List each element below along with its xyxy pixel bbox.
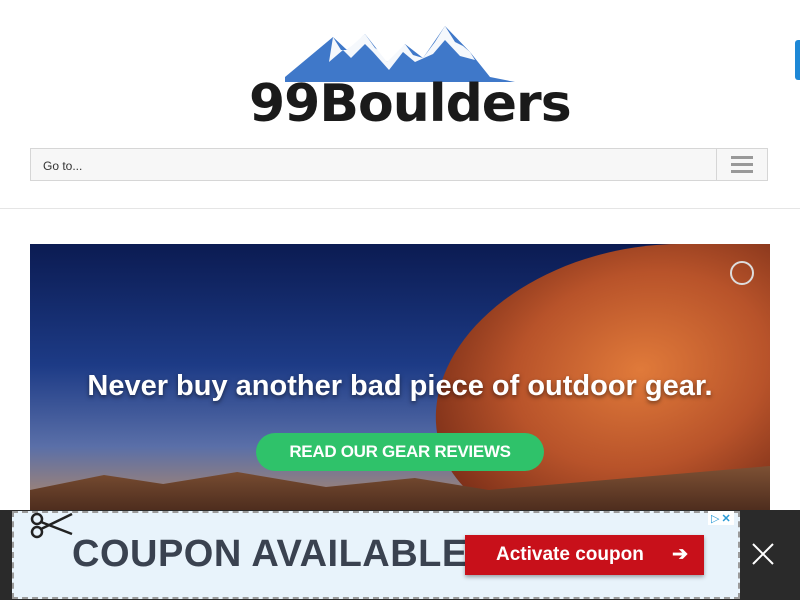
read-gear-reviews-button[interactable]: READ OUR GEAR REVIEWS bbox=[256, 433, 544, 471]
hamburger-menu-icon[interactable] bbox=[716, 149, 767, 180]
logo-text: 99Boulders bbox=[249, 74, 572, 134]
header-divider bbox=[0, 208, 800, 209]
arrow-right-icon: ➔ bbox=[672, 544, 688, 565]
mountain-logo-icon bbox=[285, 26, 515, 82]
adchoices-icon[interactable]: ▷ ✕ bbox=[708, 511, 734, 525]
coupon-ad-title: COUPON AVAILABLE bbox=[72, 533, 468, 575]
activate-coupon-label: Activate coupon bbox=[496, 544, 644, 565]
navigation-select[interactable]: Go to... bbox=[30, 148, 768, 181]
slide-indicator-icon[interactable] bbox=[730, 261, 754, 285]
adchoices-close-icon[interactable]: ✕ bbox=[721, 512, 730, 525]
hero-headline: Never buy another bad piece of outdoor g… bbox=[87, 370, 713, 402]
scissors-icon bbox=[30, 512, 73, 539]
hero-banner: Never buy another bad piece of outdoor g… bbox=[30, 244, 770, 514]
side-tab[interactable] bbox=[795, 40, 800, 80]
activate-coupon-button[interactable]: Activate coupon ➔ bbox=[465, 535, 704, 575]
close-icon[interactable] bbox=[750, 541, 776, 567]
site-logo[interactable]: 99Boulders bbox=[245, 22, 572, 134]
adchoices-triangle-icon: ▷ bbox=[711, 512, 720, 525]
navigation-select-value: Go to... bbox=[43, 159, 83, 173]
